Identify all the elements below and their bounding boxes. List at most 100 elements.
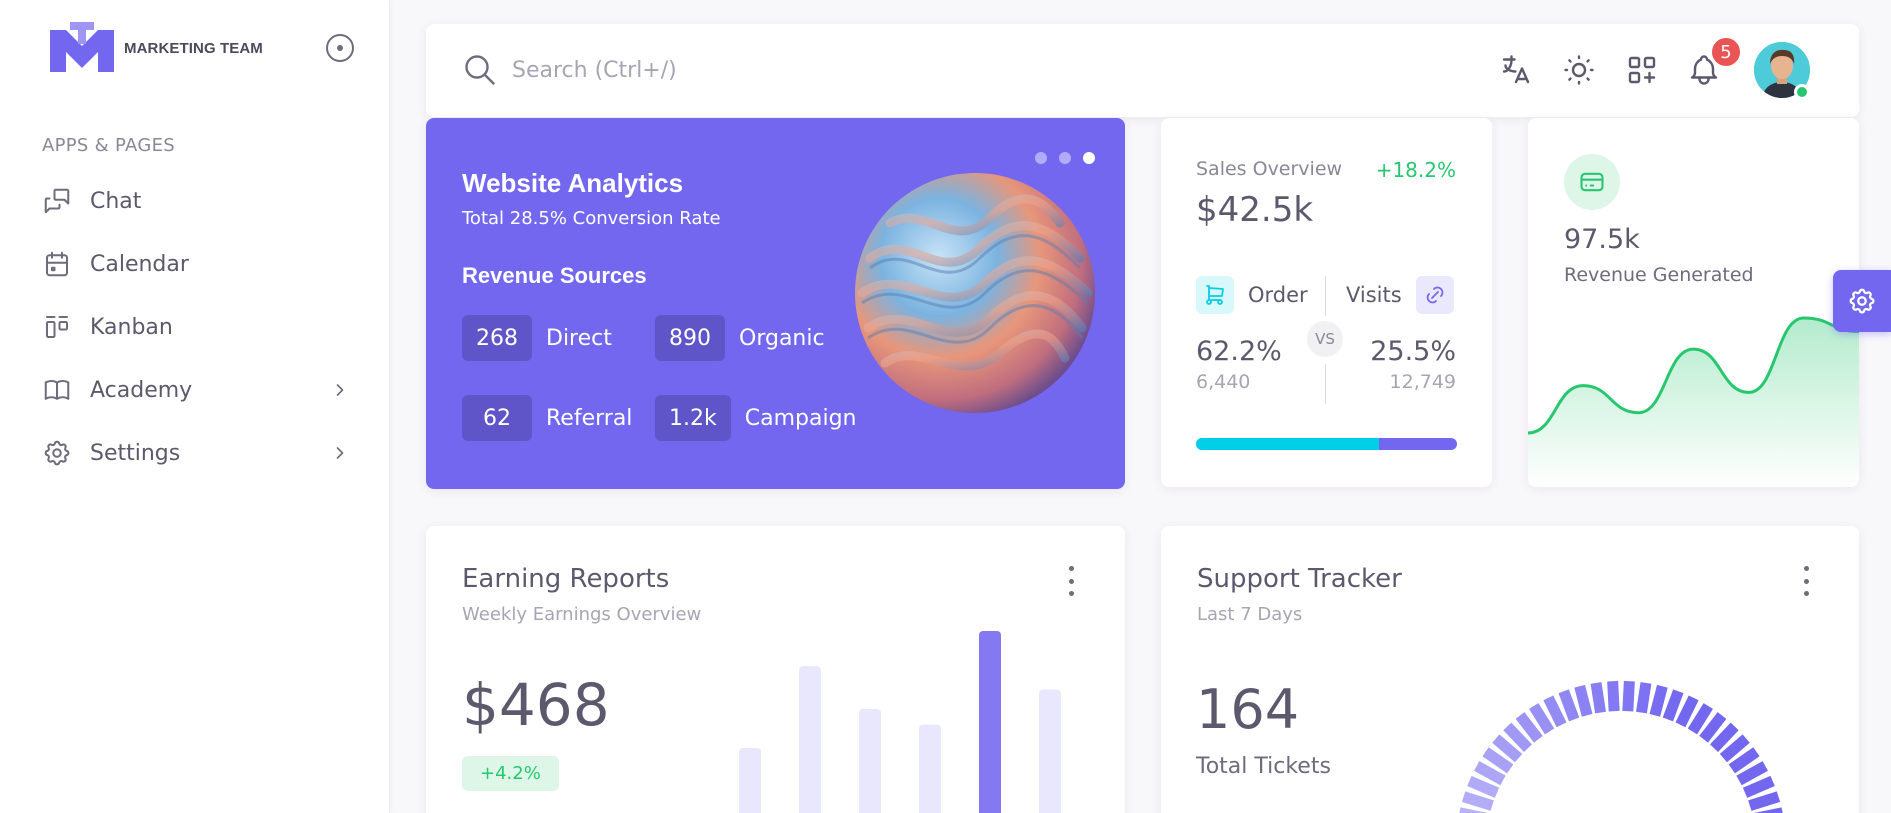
- gauge-tick: [1675, 695, 1699, 728]
- source-value: 268: [462, 315, 532, 361]
- sidebar-item-calendar[interactable]: Calendar: [42, 239, 360, 289]
- revenue-source-referral: 62 Referral: [462, 395, 632, 441]
- translate-icon[interactable]: [1498, 52, 1534, 88]
- link-icon: [1415, 276, 1454, 314]
- revenue-area-fill: [1528, 318, 1859, 487]
- vs-badge: VS: [1307, 321, 1343, 357]
- customizer-settings-button[interactable]: [1833, 270, 1891, 332]
- total-tickets-label: Total Tickets: [1196, 754, 1331, 779]
- sales-delta: +18.2%: [1375, 158, 1456, 182]
- revenue-line-chart: [1528, 316, 1859, 487]
- kanban-icon: [46, 316, 68, 338]
- divider: [1325, 276, 1326, 316]
- earning-bar: [919, 724, 941, 813]
- gauge-tick: [1590, 682, 1606, 714]
- gauge-tick: [1662, 689, 1684, 722]
- earning-bar: [859, 709, 881, 813]
- gauge-tick: [1649, 684, 1668, 717]
- earning-bar: [739, 748, 761, 813]
- chevron-right-icon: [336, 447, 344, 459]
- more-options-icon[interactable]: [1801, 566, 1811, 596]
- website-analytics-card: Website Analytics Total 28.5% Conversion…: [426, 118, 1125, 489]
- order-percent: 62.2%: [1196, 336, 1282, 367]
- more-options-icon[interactable]: [1066, 566, 1076, 596]
- earning-delta-badge: +4.2%: [462, 756, 559, 791]
- carousel-dot[interactable]: [1059, 152, 1071, 164]
- weekly-earnings-bar-chart: [739, 631, 1061, 813]
- gauge-tick: [1607, 680, 1620, 712]
- source-label: Referral: [546, 405, 633, 431]
- source-value: 1.2k: [655, 395, 731, 441]
- sun-icon[interactable]: [1561, 52, 1597, 88]
- sidebar: MARKETING TEAM APPS & PAGES Chat Calenda…: [0, 0, 390, 813]
- earning-bar: [979, 631, 1001, 813]
- earning-title: Earning Reports: [462, 564, 670, 594]
- visits-count: 12,749: [1389, 371, 1456, 393]
- source-label: Campaign: [744, 405, 857, 431]
- apps-icon[interactable]: [1624, 52, 1660, 88]
- total-tickets-value: 164: [1196, 678, 1300, 741]
- earning-subtitle: Weekly Earnings Overview: [462, 604, 702, 625]
- gauge-tick: [1574, 684, 1593, 717]
- visits-label: Visits: [1346, 283, 1402, 307]
- sidebar-item-label: Chat: [90, 188, 142, 214]
- divider: [1325, 364, 1326, 404]
- sidebar-item-chat[interactable]: Chat: [42, 176, 360, 226]
- brand-name: MARKETING TEAM: [124, 39, 263, 57]
- carousel-indicators: [1035, 152, 1095, 164]
- revenue-source-direct: 268 Direct: [462, 315, 612, 361]
- source-value: 62: [462, 395, 532, 441]
- support-title: Support Tracker: [1197, 564, 1402, 594]
- gauge-tick: [1736, 761, 1768, 786]
- order-count: 6,440: [1196, 371, 1251, 393]
- gauge-tick: [1543, 695, 1567, 728]
- gauge-tick: [1558, 689, 1580, 722]
- visits-stats: 25.5% 12,749: [1356, 336, 1456, 393]
- visits-percent: 25.5%: [1370, 336, 1456, 367]
- sales-overview-card: Sales Overview +18.2% $42.5k Order Visit…: [1161, 118, 1492, 487]
- gauge-tick: [1636, 682, 1652, 714]
- calendar-icon: [46, 251, 68, 277]
- brand[interactable]: MARKETING TEAM: [48, 22, 263, 74]
- analytics-title: Website Analytics: [462, 168, 684, 198]
- sidebar-item-label: Kanban: [90, 314, 173, 340]
- sidebar-item-label: Academy: [90, 377, 193, 403]
- search-input[interactable]: [512, 48, 1112, 92]
- sidebar-item-academy[interactable]: Academy: [42, 365, 360, 415]
- book-icon: [44, 380, 70, 400]
- search-icon[interactable]: [462, 52, 498, 88]
- earning-bar: [1039, 689, 1061, 813]
- revenue-value: 97.5k: [1564, 224, 1640, 255]
- sales-value: $42.5k: [1196, 190, 1314, 230]
- sidebar-item-kanban[interactable]: Kanban: [42, 302, 360, 352]
- earning-bar: [799, 666, 821, 813]
- visits-header: Visits: [1346, 276, 1454, 314]
- gauge-tick: [1461, 791, 1494, 811]
- menu-section-header: APPS & PAGES: [42, 135, 175, 156]
- revenue-sources-heading: Revenue Sources: [462, 263, 647, 288]
- order-stats: 62.2% 6,440: [1196, 336, 1282, 393]
- brand-logo: [50, 22, 114, 72]
- analytics-3d-sphere-illustration: [855, 173, 1095, 413]
- sales-overview-label: Sales Overview: [1196, 158, 1343, 180]
- revenue-source-campaign: 1.2k Campaign: [655, 395, 856, 441]
- sidebar-toggle-button[interactable]: [326, 34, 354, 62]
- source-label: Direct: [546, 325, 612, 351]
- support-tracker-card: Support Tracker Last 7 Days 164 Total Ti…: [1161, 526, 1859, 813]
- gauge-tick: [1622, 680, 1635, 712]
- carousel-dot[interactable]: [1035, 152, 1047, 164]
- notification-badge: 5: [1710, 36, 1742, 68]
- order-visits-progress: [1196, 438, 1457, 450]
- order-label: Order: [1248, 283, 1308, 307]
- carousel-dot-active[interactable]: [1083, 152, 1095, 164]
- gauge-tick: [1467, 775, 1500, 798]
- chat-icon: [44, 188, 70, 214]
- revenue-generated-card: 97.5k Revenue Generated: [1528, 118, 1859, 487]
- support-subtitle: Last 7 Days: [1197, 604, 1303, 625]
- gear-icon: [1849, 288, 1875, 314]
- cart-icon: [1196, 276, 1234, 314]
- sidebar-item-label: Settings: [90, 440, 181, 466]
- gauge-tick: [1474, 761, 1506, 786]
- source-value: 890: [655, 315, 725, 361]
- sidebar-item-settings[interactable]: Settings: [42, 428, 360, 478]
